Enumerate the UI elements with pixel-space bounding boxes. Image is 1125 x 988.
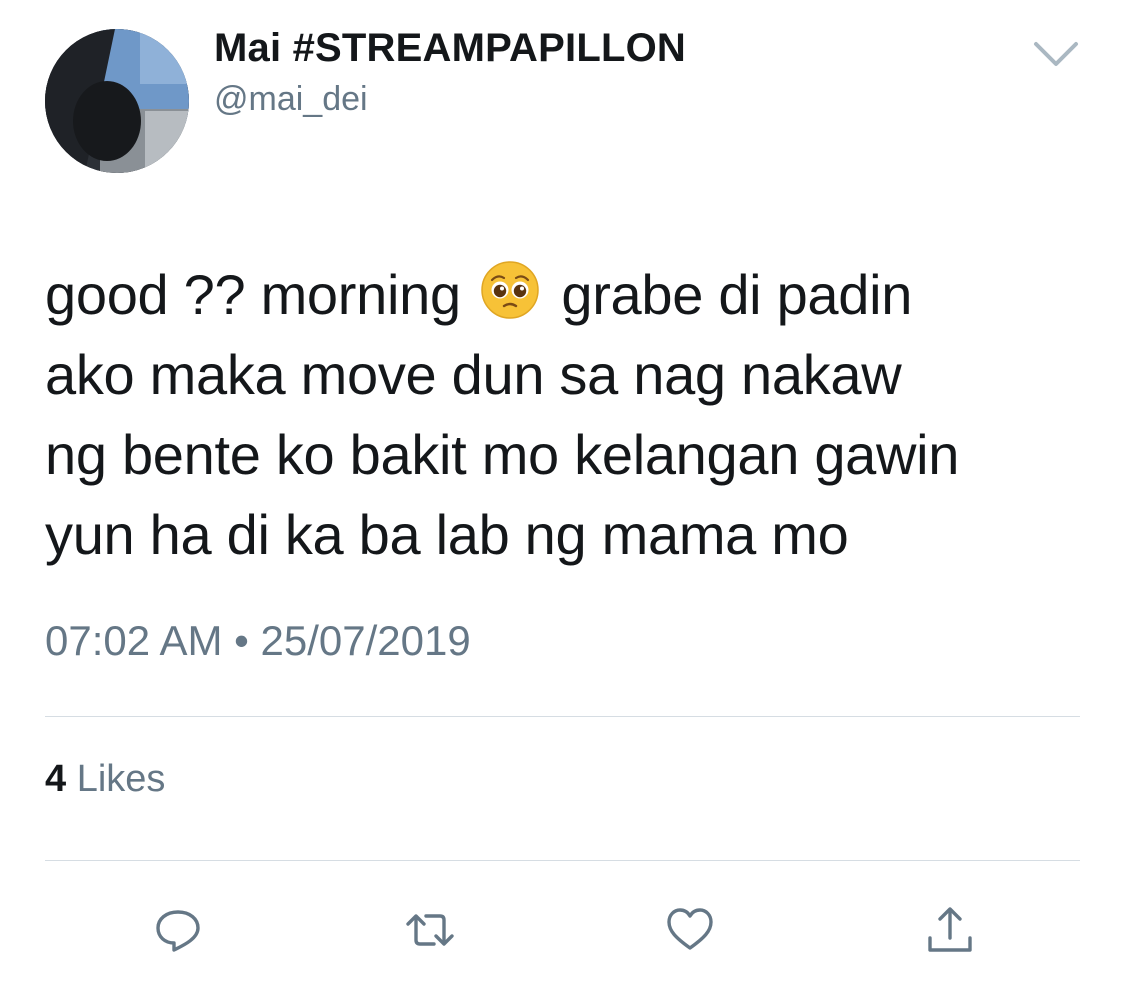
tweet-timestamp: 07:02 AM • 25/07/2019	[45, 617, 471, 665]
pleading-face-icon	[480, 260, 540, 320]
likes-count: 4	[45, 758, 67, 800]
user-handle[interactable]: @mai_dei	[214, 80, 368, 119]
like-button[interactable]	[660, 900, 720, 960]
share-icon	[928, 907, 972, 952]
likes-stat[interactable]: 4 Likes	[45, 758, 165, 801]
avatar[interactable]	[45, 29, 189, 173]
tweet-text-line: ng bente ko bakit mo kelangan gawin	[45, 423, 960, 486]
share-button[interactable]	[920, 900, 980, 960]
divider	[45, 716, 1080, 717]
timestamp-separator: •	[234, 617, 249, 664]
retweet-button[interactable]	[400, 900, 460, 960]
divider	[45, 860, 1080, 861]
avatar-image	[45, 29, 189, 173]
retweet-icon	[406, 914, 454, 946]
tweet-time: 07:02 AM	[45, 617, 223, 664]
tweet-text-segment: grabe di padin	[561, 263, 913, 326]
tweet-text-segment: good ?? morning	[45, 263, 461, 326]
tweet-text: good ?? morning grabe di padin ako maka …	[45, 255, 1095, 575]
reply-button[interactable]	[148, 900, 208, 960]
likes-label: Likes	[76, 758, 166, 800]
chevron-down-icon[interactable]	[1028, 36, 1084, 72]
tweet-text-line: yun ha di ka ba lab ng mama mo	[45, 503, 849, 566]
reply-icon	[156, 910, 200, 952]
tweet-text-line: good ?? morning grabe di padin	[45, 255, 1095, 335]
heart-icon	[667, 908, 713, 950]
tweet-date: 25/07/2019	[260, 617, 471, 664]
tweet-text-line: ako maka move dun sa nag nakaw	[45, 343, 902, 406]
display-name[interactable]: Mai #STREAMPAPILLON	[214, 26, 686, 71]
